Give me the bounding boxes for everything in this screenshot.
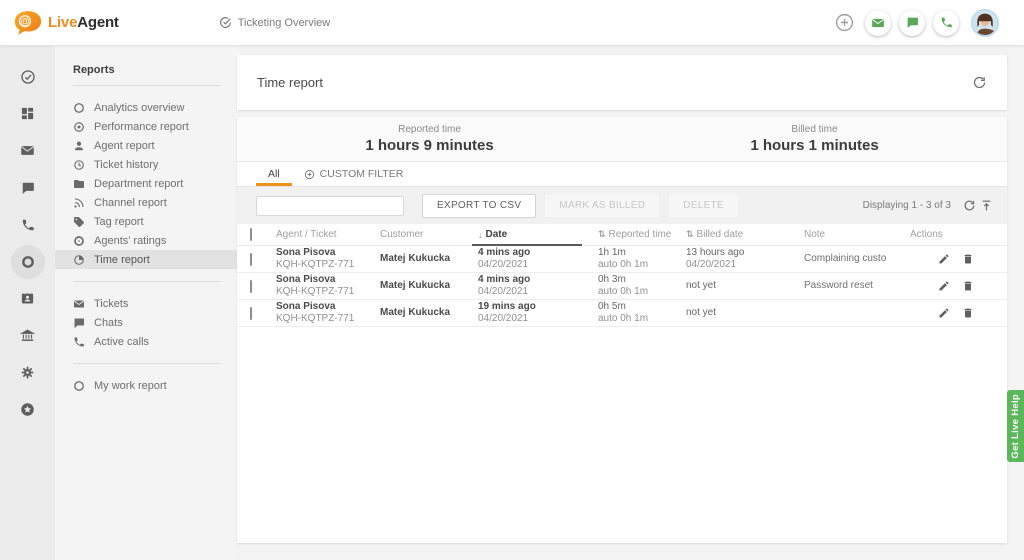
- sidebar-item-performance-report[interactable]: Performance report: [55, 117, 237, 136]
- reported-time-stat: Reported time 1 hours 9 minutes: [237, 117, 622, 161]
- column-billed-date[interactable]: ⇅ Billed date: [686, 224, 804, 245]
- divider: [73, 281, 221, 282]
- channels-menu: Tickets Chats Active calls: [55, 294, 237, 351]
- column-agent-ticket[interactable]: Agent / Ticket: [276, 224, 380, 245]
- row-checkbox[interactable]: [250, 307, 252, 320]
- sidebar-item-active-calls[interactable]: Active calls: [55, 332, 237, 351]
- sidebar-item-chats[interactable]: Chats: [55, 313, 237, 332]
- table-row[interactable]: Sona PisovaKQH-KQTPZ-771 Matej Kukucka 1…: [237, 300, 1007, 327]
- sidebar-item-my-work-report[interactable]: My work report: [55, 376, 237, 395]
- column-actions: Actions: [886, 224, 1007, 245]
- icon-rail: [0, 46, 55, 560]
- new-call-button[interactable]: [933, 10, 959, 36]
- filter-tabs: All CUSTOM FILTER: [237, 162, 1007, 187]
- refresh-list-icon[interactable]: [963, 199, 976, 212]
- my-work-menu: My work report: [55, 376, 237, 395]
- empty-table-area: [237, 327, 1007, 543]
- delete-icon[interactable]: [962, 253, 974, 265]
- add-filter-icon: [304, 169, 315, 180]
- add-button[interactable]: [831, 10, 857, 36]
- displaying-count: Displaying 1 - 3 of 3: [863, 200, 951, 211]
- sidebar-item-analytics-overview[interactable]: Analytics overview: [55, 98, 237, 117]
- note-text: [804, 300, 886, 326]
- sort-desc-icon: ↓: [478, 230, 483, 240]
- title-card: Time report: [237, 55, 1007, 110]
- main-content: Time report Reported time 1 hours 9 minu…: [237, 46, 1007, 560]
- sidebar-item-tickets[interactable]: Tickets: [55, 294, 237, 313]
- nav-label: Ticketing Overview: [238, 17, 331, 29]
- rail-item-tickets[interactable]: [0, 132, 55, 169]
- summary-stats: Reported time 1 hours 9 minutes Billed t…: [237, 117, 1007, 162]
- divider: [73, 363, 221, 364]
- rail-item-dashboard[interactable]: [0, 95, 55, 132]
- rail-item-settings[interactable]: [0, 354, 55, 391]
- rail-item-customers[interactable]: [0, 280, 55, 317]
- sidebar-section-title: Reports: [55, 64, 237, 76]
- column-note[interactable]: Note: [804, 224, 886, 245]
- column-reported-time[interactable]: ⇅ Reported time: [598, 224, 686, 245]
- nav-ticketing-overview[interactable]: Ticketing Overview: [219, 16, 331, 29]
- check-circle-icon: [219, 16, 232, 29]
- note-text: Password reset: [804, 273, 886, 299]
- divider: [73, 85, 221, 86]
- reports-menu: Analytics overview Performance report Ag…: [55, 98, 237, 269]
- mark-as-billed-button[interactable]: MARK AS BILLED: [544, 194, 660, 218]
- user-avatar[interactable]: [971, 9, 999, 37]
- table-header: Agent / Ticket Customer ↓ Date ⇅ Reporte…: [237, 224, 1007, 246]
- delete-button[interactable]: DELETE: [668, 194, 739, 218]
- billed-time-stat: Billed time 1 hours 1 minutes: [622, 117, 1007, 161]
- top-bar: @ LiveAgent Ticketing Overview: [0, 0, 1024, 46]
- row-checkbox[interactable]: [250, 280, 252, 293]
- sidebar-item-ticket-history[interactable]: Ticket history: [55, 155, 237, 174]
- svg-text:@: @: [20, 17, 29, 27]
- sidebar-item-time-report[interactable]: Time report: [55, 250, 237, 269]
- table-row[interactable]: Sona PisovaKQH-KQTPZ-771 Matej Kukucka 4…: [237, 246, 1007, 273]
- rail-item-billing[interactable]: [0, 317, 55, 354]
- filter-input[interactable]: [256, 196, 404, 216]
- rail-item-calls[interactable]: [0, 206, 55, 243]
- edit-icon[interactable]: [938, 307, 950, 319]
- get-live-help-button[interactable]: Get Live Help: [1007, 390, 1024, 462]
- rail-item-reports[interactable]: [0, 243, 55, 280]
- sort-toggle-icon: ⇅: [686, 229, 694, 240]
- rail-item-chats[interactable]: [0, 169, 55, 206]
- tab-custom-filter[interactable]: CUSTOM FILTER: [292, 162, 416, 186]
- logo-bubble-icon: @: [14, 10, 42, 35]
- page-title: Time report: [257, 75, 323, 90]
- edit-icon[interactable]: [938, 253, 950, 265]
- sidebar-item-department-report[interactable]: Department report: [55, 174, 237, 193]
- note-text: Complaining customer, hard t: [804, 246, 886, 272]
- rail-item-resolve[interactable]: [0, 58, 55, 95]
- select-all-checkbox[interactable]: [250, 228, 252, 241]
- row-checkbox[interactable]: [250, 253, 252, 266]
- delete-icon[interactable]: [962, 307, 974, 319]
- sidebar-item-channel-report[interactable]: Channel report: [55, 193, 237, 212]
- rail-item-upgrade[interactable]: [0, 391, 55, 428]
- sidebar-item-agent-report[interactable]: Agent report: [55, 136, 237, 155]
- sidebar-item-tag-report[interactable]: Tag report: [55, 212, 237, 231]
- table-row[interactable]: Sona PisovaKQH-KQTPZ-771 Matej Kukucka 4…: [237, 273, 1007, 300]
- table-toolbar: EXPORT TO CSV MARK AS BILLED DELETE Disp…: [237, 187, 1007, 224]
- logo-text: LiveAgent: [48, 14, 119, 31]
- reports-sidebar: Reports Analytics overview Performance r…: [55, 46, 237, 560]
- refresh-icon[interactable]: [972, 75, 987, 90]
- column-customer[interactable]: Customer: [380, 224, 478, 245]
- top-actions: [831, 9, 999, 37]
- sidebar-item-agents-ratings[interactable]: Agents' ratings: [55, 231, 237, 250]
- delete-icon[interactable]: [962, 280, 974, 292]
- new-email-button[interactable]: [865, 10, 891, 36]
- liveagent-logo[interactable]: @ LiveAgent: [14, 10, 119, 35]
- scroll-to-top-icon[interactable]: [980, 199, 993, 212]
- report-card: Reported time 1 hours 9 minutes Billed t…: [237, 117, 1007, 543]
- column-date[interactable]: ↓ Date: [478, 224, 598, 245]
- export-csv-button[interactable]: EXPORT TO CSV: [422, 194, 536, 218]
- new-chat-button[interactable]: [899, 10, 925, 36]
- tab-all[interactable]: All: [256, 162, 292, 186]
- edit-icon[interactable]: [938, 280, 950, 292]
- sort-toggle-icon: ⇅: [598, 229, 606, 240]
